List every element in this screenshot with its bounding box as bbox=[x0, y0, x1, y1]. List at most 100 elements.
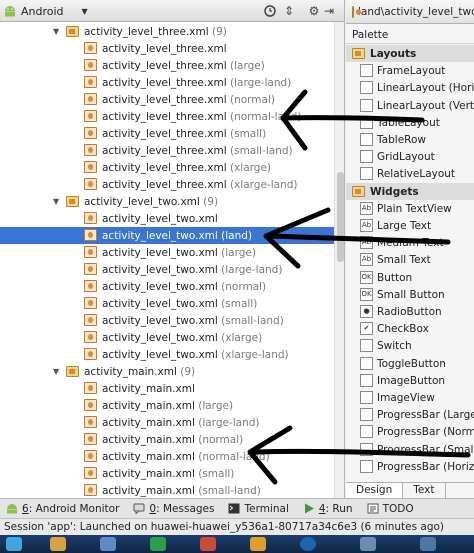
tree-file-row[interactable]: activity_level_three.xml (xlarge) bbox=[0, 159, 334, 176]
scrollbar-thumb[interactable] bbox=[337, 172, 344, 262]
palette-item[interactable]: ProgressBar (Large) bbox=[346, 406, 474, 423]
messages-key: 0 bbox=[149, 502, 157, 515]
tab-text[interactable]: Text bbox=[403, 483, 446, 498]
explorer-icon[interactable] bbox=[50, 537, 66, 551]
project-view-selector[interactable]: Android ▼ bbox=[3, 3, 88, 19]
palette-item[interactable]: ToggleButton bbox=[346, 355, 474, 372]
tree-file-qualifier: (small-land) bbox=[198, 484, 261, 497]
tree-file-row[interactable]: activity_main.xml (normal) bbox=[0, 431, 334, 448]
taskbar-app-icon[interactable] bbox=[360, 537, 376, 551]
palette-item[interactable]: ProgressBar (Normal) bbox=[346, 423, 474, 440]
palette-item[interactable]: ● RadioButton bbox=[346, 303, 474, 320]
tree-file-row[interactable]: activity_main.xml (normal-land) bbox=[0, 448, 334, 465]
tree-file-row[interactable]: activity_level_three.xml (small) bbox=[0, 125, 334, 142]
tree-file-row[interactable]: activity_main.xml (small) bbox=[0, 465, 334, 482]
todo-button[interactable]: TODO bbox=[367, 503, 414, 515]
editor-tab[interactable]: land\activity_level_two.xml bbox=[346, 0, 474, 24]
palette-item-label: Medium Text bbox=[377, 236, 444, 249]
palette-item[interactable]: LinearLayout (Horizontal) bbox=[346, 79, 474, 96]
collapse-all-icon[interactable]: ⇕ bbox=[281, 3, 297, 19]
sync-icon[interactable] bbox=[262, 3, 278, 19]
run-button[interactable]: 4: Run bbox=[303, 503, 353, 515]
tree-folder-row[interactable]: ▼ activity_level_two.xml (9) bbox=[0, 193, 334, 210]
palette-item[interactable]: Ab Medium Text bbox=[346, 234, 474, 251]
tree-folder-row[interactable]: ▼ activity_level_three.xml (9) bbox=[0, 23, 334, 40]
tree-item-label: activity_level_three.xml (large-land) bbox=[102, 77, 291, 89]
tree-file-row[interactable]: activity_main.xml bbox=[0, 380, 334, 397]
start-button-icon[interactable] bbox=[6, 537, 22, 551]
palette-item[interactable]: Ab Plain TextView bbox=[346, 200, 474, 217]
xml-file-icon bbox=[84, 484, 97, 496]
palette-item[interactable]: RelativeLayout bbox=[346, 165, 474, 182]
palette-item[interactable]: ProgressBar (Small) bbox=[346, 441, 474, 458]
expand-caret-icon[interactable]: ▼ bbox=[53, 197, 59, 206]
palette-item-label: ProgressBar (Normal) bbox=[377, 425, 474, 438]
xml-file-icon bbox=[84, 467, 97, 479]
tree-file-name: activity_main.xml bbox=[102, 399, 195, 412]
palette-item[interactable]: FrameLayout bbox=[346, 62, 474, 79]
tree-folder-row[interactable]: ▼ activity_main.xml (9) bbox=[0, 363, 334, 380]
tree-file-row[interactable]: activity_level_three.xml (normal) bbox=[0, 91, 334, 108]
palette-panel: land\activity_level_two.xml Palette Layo… bbox=[346, 0, 474, 498]
terminal-button[interactable]: Terminal bbox=[228, 503, 289, 515]
palette-item[interactable]: ProgressBar (Horizontal) bbox=[346, 458, 474, 475]
tree-file-qualifier: (large-land) bbox=[198, 416, 260, 429]
palette-item-label: GridLayout bbox=[377, 150, 435, 163]
tree-file-qualifier: (xlarge-land) bbox=[230, 178, 298, 191]
tree-file-row[interactable]: activity_level_two.xml (land) bbox=[0, 227, 334, 244]
photo-app-icon[interactable] bbox=[250, 537, 266, 551]
tree-file-name: activity_main.xml bbox=[102, 382, 195, 395]
palette-item[interactable]: Ab Large Text bbox=[346, 217, 474, 234]
gear-icon[interactable]: ⚙ bbox=[306, 3, 322, 19]
xml-file-icon bbox=[84, 127, 97, 139]
tree-file-row[interactable]: activity_main.xml (large-land) bbox=[0, 414, 334, 431]
android-studio-taskbar-icon[interactable] bbox=[150, 537, 166, 551]
tree-file-row[interactable]: activity_level_two.xml (xlarge-land) bbox=[0, 346, 334, 363]
tree-file-row[interactable]: activity_level_two.xml bbox=[0, 210, 334, 227]
palette-category-widgets[interactable]: Widgets bbox=[346, 183, 474, 200]
taskbar-app-icon-2[interactable] bbox=[420, 537, 436, 551]
palette-item[interactable]: TableLayout bbox=[346, 114, 474, 131]
palette-item[interactable]: Ab Small Text bbox=[346, 251, 474, 268]
palette-item[interactable]: OK Small Button bbox=[346, 286, 474, 303]
palette-item-label: LinearLayout (Horizontal) bbox=[377, 81, 474, 94]
expand-caret-icon[interactable]: ▼ bbox=[53, 367, 59, 376]
tree-file-row[interactable]: activity_main.xml (small-land) bbox=[0, 482, 334, 498]
hp-logo-icon[interactable] bbox=[300, 537, 316, 551]
linear-layout-vertical-icon bbox=[360, 99, 373, 112]
media-app-icon[interactable] bbox=[200, 537, 216, 551]
tree-file-row[interactable]: activity_level_two.xml (large-land) bbox=[0, 261, 334, 278]
xml-file-icon bbox=[84, 93, 97, 105]
project-scrollbar[interactable] bbox=[334, 22, 344, 498]
hide-panel-icon[interactable]: ⇥ bbox=[321, 3, 337, 19]
android-monitor-button[interactable]: 6: Android Monitor bbox=[6, 503, 119, 515]
tree-file-name: activity_main.xml bbox=[102, 450, 195, 463]
palette-item[interactable]: ImageButton bbox=[346, 372, 474, 389]
tab-design[interactable]: Design bbox=[346, 483, 404, 498]
palette-item[interactable]: Switch bbox=[346, 337, 474, 354]
tree-file-row[interactable]: activity_main.xml (large) bbox=[0, 397, 334, 414]
palette-item[interactable]: OK Button bbox=[346, 269, 474, 286]
tree-file-row[interactable]: activity_level_three.xml (xlarge-land) bbox=[0, 176, 334, 193]
tree-file-row[interactable]: activity_level_three.xml (large) bbox=[0, 57, 334, 74]
palette-item[interactable]: LinearLayout (Vertical) bbox=[346, 97, 474, 114]
tree-file-row[interactable]: activity_level_two.xml (small) bbox=[0, 295, 334, 312]
tree-file-row[interactable]: activity_level_three.xml bbox=[0, 40, 334, 57]
tree-file-row[interactable]: activity_level_three.xml (small-land) bbox=[0, 142, 334, 159]
tree-file-row[interactable]: activity_level_two.xml (large) bbox=[0, 244, 334, 261]
palette-item[interactable]: ✔ CheckBox bbox=[346, 320, 474, 337]
palette-item[interactable]: GridLayout bbox=[346, 148, 474, 165]
tree-file-row[interactable]: activity_level_two.xml (small-land) bbox=[0, 312, 334, 329]
palette-category-layouts[interactable]: Layouts bbox=[346, 45, 474, 62]
tree-file-row[interactable]: activity_level_two.xml (xlarge) bbox=[0, 329, 334, 346]
palette-item[interactable]: ImageView bbox=[346, 389, 474, 406]
expand-caret-icon[interactable]: ▼ bbox=[53, 27, 59, 36]
messages-button[interactable]: 0: Messages bbox=[133, 503, 214, 515]
browser-icon[interactable] bbox=[100, 537, 116, 551]
tree-file-row[interactable]: activity_level_three.xml (large-land) bbox=[0, 74, 334, 91]
palette-item[interactable]: TableRow bbox=[346, 131, 474, 148]
tree-file-row[interactable]: activity_level_three.xml (normal-land) bbox=[0, 108, 334, 125]
tree-file-row[interactable]: activity_level_two.xml (normal) bbox=[0, 278, 334, 295]
xml-file-icon bbox=[84, 212, 97, 224]
frame-layout-icon bbox=[360, 64, 373, 77]
